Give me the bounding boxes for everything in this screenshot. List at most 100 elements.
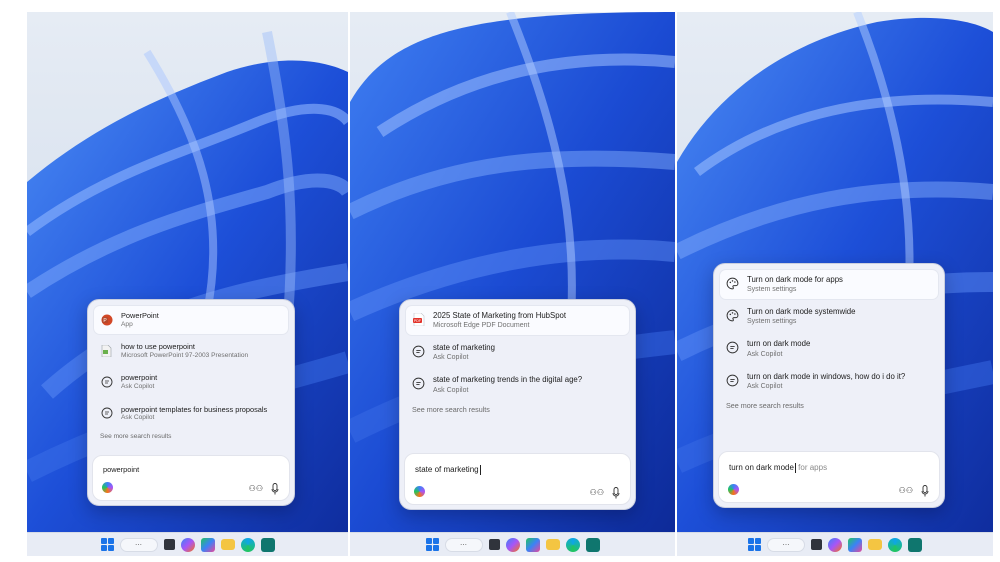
result-subtitle: App (121, 320, 133, 328)
result-title: turn on dark mode in windows, how do i d… (747, 371, 906, 381)
search-results: P PowerPoint App how to use powerpoint M… (88, 300, 294, 428)
search-query[interactable]: turn on dark mode for apps (729, 463, 827, 473)
start-icon[interactable] (100, 538, 114, 551)
result-title: PowerPoint (121, 311, 159, 320)
result-title: 2025 State of Marketing from HubSpot (433, 311, 567, 320)
see-more-results-link[interactable]: See more search results (88, 431, 294, 446)
result-subtitle: Ask Copilot (747, 350, 783, 358)
result-subtitle: Microsoft Edge PDF Document (433, 322, 530, 330)
edge-icon[interactable] (888, 537, 902, 552)
query-text: state of marketing (415, 465, 479, 475)
store-icon[interactable] (525, 537, 540, 552)
start-icon[interactable] (748, 538, 761, 551)
chat-bubble-icon (100, 375, 113, 388)
start-icon[interactable] (425, 538, 439, 551)
copilot-icon[interactable] (102, 482, 113, 493)
task-view-icon[interactable] (488, 539, 500, 550)
store-icon[interactable] (200, 537, 215, 552)
calendar-icon[interactable] (585, 537, 600, 552)
vision-glasses-icon[interactable]: ⚇⚇ (899, 486, 913, 495)
search-query[interactable]: state of marketing (415, 465, 481, 475)
search-flyout: Turn on dark mode for apps System settin… (713, 263, 945, 508)
task-view-icon[interactable] (163, 539, 175, 550)
task-view-icon[interactable] (811, 539, 822, 550)
search-result-copilot[interactable]: state of marketing Ask Copilot (406, 338, 629, 367)
result-text: PowerPoint App (121, 311, 159, 329)
powerpoint-app-icon: P (100, 313, 113, 326)
edge-icon[interactable] (565, 537, 580, 552)
search-result-app[interactable]: P PowerPoint App (94, 306, 288, 335)
result-title: Turn on dark mode systemwide (747, 307, 856, 317)
screenshot-panel-2: PDF 2025 State of Marketing from HubSpot… (350, 12, 675, 556)
microphone-icon[interactable] (612, 486, 620, 499)
store-icon[interactable] (848, 537, 862, 552)
result-subtitle: Ask Copilot (121, 414, 155, 422)
microphone-icon[interactable] (921, 484, 929, 497)
see-more-results-link[interactable]: See more search results (400, 403, 635, 420)
taskbar-search-pill[interactable]: ⋯ (767, 537, 805, 552)
result-title: turn on dark mode (747, 339, 811, 349)
vision-glasses-icon[interactable]: ⚇⚇ (249, 484, 263, 493)
result-text: powerpoint Ask Copilot (121, 373, 157, 391)
query-text: turn on dark mode (729, 463, 794, 473)
result-subtitle: Microsoft PowerPoint 97-2003 Presentatio… (121, 351, 249, 359)
search-box[interactable]: powerpoint ⚇⚇ (92, 455, 290, 501)
search-results: PDF 2025 State of Marketing from HubSpot… (400, 300, 635, 400)
search-result-setting[interactable]: Turn on dark mode for apps System settin… (720, 270, 938, 300)
search-result-copilot[interactable]: powerpoint templates for business propos… (94, 400, 288, 428)
result-title: powerpoint (121, 373, 158, 383)
chat-bubble-icon (726, 341, 739, 354)
copilot-icon[interactable] (728, 484, 739, 495)
search-box[interactable]: turn on dark mode for apps ⚇⚇ (718, 451, 940, 503)
result-subtitle: Ask Copilot (121, 383, 155, 390)
see-more-results-link[interactable]: See more search results (714, 399, 944, 416)
copilot-icon[interactable] (180, 537, 195, 552)
result-text: turn on dark mode Ask Copilot (747, 339, 810, 358)
search-result-setting[interactable]: Turn on dark mode systemwide System sett… (720, 302, 938, 331)
query-text: powerpoint (103, 465, 140, 474)
search-query[interactable]: powerpoint (103, 465, 139, 474)
file-explorer-icon[interactable] (220, 539, 235, 550)
result-text: turn on dark mode in windows, how do i d… (747, 372, 905, 391)
chat-bubble-icon (412, 345, 425, 358)
search-flyout: P PowerPoint App how to use powerpoint M… (87, 299, 295, 506)
copilot-icon[interactable] (505, 537, 520, 552)
result-text: Turn on dark mode systemwide System sett… (747, 307, 855, 326)
file-explorer-icon[interactable] (545, 539, 560, 550)
microphone-icon[interactable] (271, 482, 279, 495)
screenshot-panel-1: P PowerPoint App how to use powerpoint M… (27, 12, 348, 556)
text-caret (479, 465, 481, 475)
taskbar-search-pill[interactable]: ⋯ (444, 537, 483, 552)
screenshot-panel-3: Turn on dark mode for apps System settin… (677, 12, 993, 556)
result-title: state of marketing (433, 343, 495, 353)
autocomplete-suggestion: for apps (795, 463, 828, 473)
result-title: Turn on dark mode for apps (747, 275, 843, 284)
calendar-icon[interactable] (260, 537, 275, 552)
search-box[interactable]: state of marketing ⚇⚇ (404, 453, 631, 505)
search-result-copilot[interactable]: turn on dark mode in windows, how do i d… (720, 367, 938, 396)
edge-icon[interactable] (240, 537, 255, 552)
taskbar-search-pill[interactable]: ⋯ (119, 537, 158, 552)
chat-bubble-icon (412, 377, 425, 390)
search-result-file[interactable]: how to use powerpoint Microsoft PowerPoi… (94, 337, 288, 365)
result-text: state of marketing Ask Copilot (433, 343, 495, 362)
search-flyout: PDF 2025 State of Marketing from HubSpot… (399, 299, 636, 510)
result-subtitle: Ask Copilot (433, 386, 469, 394)
file-explorer-icon[interactable] (868, 539, 882, 550)
search-result-copilot[interactable]: powerpoint Ask Copilot (94, 368, 288, 396)
result-text: 2025 State of Marketing from HubSpot Mic… (433, 311, 566, 330)
taskbar: ⋯ (27, 532, 348, 556)
search-result-copilot[interactable]: state of marketing trends in the digital… (406, 370, 629, 399)
result-subtitle: System settings (747, 286, 797, 294)
copilot-icon[interactable] (414, 486, 425, 497)
vision-glasses-icon[interactable]: ⚇⚇ (590, 488, 604, 497)
search-result-copilot[interactable]: turn on dark mode Ask Copilot (720, 334, 938, 363)
palette-icon (726, 277, 739, 290)
search-result-file[interactable]: PDF 2025 State of Marketing from HubSpot… (406, 306, 629, 336)
copilot-icon[interactable] (828, 537, 842, 552)
pdf-file-icon: PDF (412, 313, 425, 326)
calendar-icon[interactable] (908, 537, 922, 552)
result-subtitle: Ask Copilot (747, 382, 783, 390)
chat-bubble-icon (726, 374, 739, 387)
result-title: state of marketing trends in the digital… (433, 375, 583, 385)
